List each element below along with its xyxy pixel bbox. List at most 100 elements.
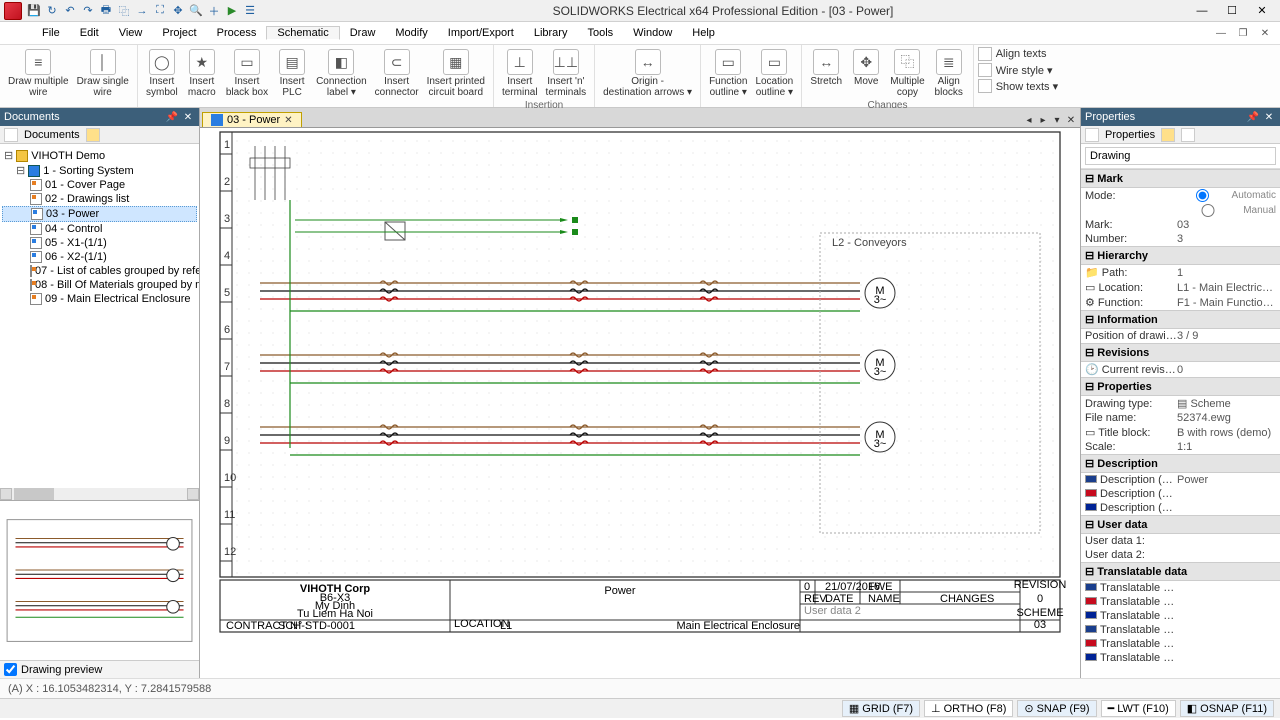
status-lwt[interactable]: ━LWT (F10)	[1101, 700, 1176, 717]
prop-row[interactable]: Description (EnglishPower	[1081, 473, 1280, 487]
tab-closeall[interactable]: ✕	[1064, 113, 1078, 127]
prop-row[interactable]: User data 2:	[1081, 548, 1280, 562]
prop-row[interactable]: User data 1:	[1081, 534, 1280, 548]
prop-row[interactable]: Description (Frenc	[1081, 501, 1280, 515]
location-outline[interactable]: ▭Location outline ▾	[751, 47, 797, 100]
qat-zoom-in[interactable]: ＋	[206, 3, 222, 19]
qat-redo[interactable]: ↷	[80, 3, 96, 19]
documents-close-icon[interactable]: ✕	[181, 110, 195, 124]
qat-fit[interactable]: ⛶	[152, 3, 168, 19]
documents-pin-icon[interactable]: 📌	[165, 110, 179, 124]
insert-terminal[interactable]: ⊥Insert terminal	[498, 47, 542, 100]
insert-pcb[interactable]: ▦Insert printed circuit board	[423, 47, 489, 100]
qat-tree[interactable]: ☰	[242, 3, 258, 19]
mode-manual[interactable]	[1177, 204, 1239, 217]
prop-section[interactable]: ⊟ Hierarchy	[1081, 246, 1280, 265]
tree-item-07[interactable]: 07 - List of cables grouped by reference	[2, 264, 197, 278]
prop-row[interactable]: Translatable data	[1081, 651, 1280, 665]
properties-close-icon[interactable]: ✕	[1262, 110, 1276, 124]
drawing-preview-checkbox[interactable]	[4, 663, 17, 676]
tree-item-01[interactable]: 01 - Cover Page	[2, 178, 197, 192]
align-texts[interactable]: Align texts	[978, 47, 1058, 61]
prop-row[interactable]: File name:52374.ewg	[1081, 411, 1280, 425]
insert-plc[interactable]: ▤Insert PLC	[272, 47, 312, 100]
mdi-minimize[interactable]: —	[1212, 26, 1230, 40]
menu-schematic[interactable]: Schematic	[266, 26, 339, 40]
tab-03-power[interactable]: 03 - Power ✕	[202, 112, 302, 127]
move[interactable]: ✥Move	[846, 47, 886, 100]
tree-item-04[interactable]: 04 - Control	[2, 222, 197, 236]
prop-row[interactable]: 🕑 Current revision:0	[1081, 362, 1280, 377]
prop-section[interactable]: ⊟ Mark	[1081, 169, 1280, 188]
tree-item-03[interactable]: 03 - Power	[2, 206, 197, 222]
tree-item-09[interactable]: 09 - Main Electrical Enclosure	[2, 292, 197, 306]
properties-filter-icon[interactable]	[1085, 128, 1099, 142]
close-button[interactable]: ✕	[1248, 2, 1276, 20]
tree-system[interactable]: ⊟1 - Sorting System	[2, 163, 197, 178]
prop-row[interactable]: Description (Span	[1081, 487, 1280, 501]
wire-style[interactable]: Wire style ▾	[978, 63, 1058, 77]
insert-n-terminals[interactable]: ⊥⊥Insert 'n' terminals	[542, 47, 591, 100]
prop-row[interactable]: 📁 Path:1	[1081, 265, 1280, 280]
prop-section[interactable]: ⊟ Revisions	[1081, 343, 1280, 362]
insert-symbol[interactable]: ◯Insert symbol	[142, 47, 182, 100]
tree-item-06[interactable]: 06 - X2-(1/1)	[2, 250, 197, 264]
qat-reload[interactable]: ↻	[44, 3, 60, 19]
prop-row[interactable]: Translatable data 1 (	[1081, 581, 1280, 595]
drawing-preview-check[interactable]: Drawing preview	[0, 660, 199, 678]
menu-import-export[interactable]: Import/Export	[438, 27, 524, 39]
prop-row[interactable]: ▭ Location:L1 - Main Electrical Enclos	[1081, 280, 1280, 295]
tab-close-icon[interactable]: ✕	[284, 115, 292, 126]
connection-label[interactable]: ◧Connection label ▾	[312, 47, 371, 100]
draw-single-wire[interactable]: │Draw single wire	[73, 47, 133, 100]
qat-print[interactable]: 🖶	[98, 3, 114, 19]
prop-section[interactable]: ⊟ Information	[1081, 310, 1280, 329]
tab-next[interactable]: ▸	[1036, 113, 1050, 127]
menu-draw[interactable]: Draw	[340, 27, 386, 39]
menu-process[interactable]: Process	[207, 27, 267, 39]
function-outline[interactable]: ▭Function outline ▾	[705, 47, 751, 100]
qat-right[interactable]: →	[134, 3, 150, 19]
properties-fav-icon[interactable]	[1161, 128, 1175, 142]
tree-item-05[interactable]: 05 - X1-(1/1)	[2, 236, 197, 250]
properties-pin-icon[interactable]: 📌	[1246, 110, 1260, 124]
prop-row[interactable]: Translatable data	[1081, 609, 1280, 623]
qat-pan[interactable]: ✥	[170, 3, 186, 19]
menu-modify[interactable]: Modify	[385, 27, 437, 39]
menu-help[interactable]: Help	[682, 27, 725, 39]
multiple-copy[interactable]: ⿻Multiple copy	[886, 47, 928, 100]
qat-run[interactable]: ▶	[224, 3, 240, 19]
insert-blackbox[interactable]: ▭Insert black box	[222, 47, 272, 100]
qat-copy[interactable]: ⿻	[116, 3, 132, 19]
prop-section[interactable]: ⊟ Translatable data	[1081, 562, 1280, 581]
mdi-restore[interactable]: ❐	[1234, 26, 1252, 40]
prop-row[interactable]: Drawing type:▤ Scheme	[1081, 396, 1280, 411]
tree-item-02[interactable]: 02 - Drawings list	[2, 192, 197, 206]
mdi-close[interactable]: ✕	[1256, 26, 1274, 40]
insert-macro[interactable]: ★Insert macro	[182, 47, 222, 100]
status-osnap[interactable]: ◧OSNAP (F11)	[1180, 700, 1274, 717]
properties-search-input[interactable]	[1085, 147, 1276, 165]
prop-section[interactable]: ⊟ Description	[1081, 454, 1280, 473]
status-ortho[interactable]: ⊥ORTHO (F8)	[924, 700, 1013, 717]
documents-collapse-icon[interactable]	[4, 128, 18, 142]
prop-row[interactable]: Number:3	[1081, 232, 1280, 246]
origin-dest[interactable]: ↔Origin - destination arrows ▾	[599, 47, 696, 100]
documents-opts-icon[interactable]	[86, 128, 100, 142]
qat-undo[interactable]: ↶	[62, 3, 78, 19]
qat-zoom-extents[interactable]: 🔍	[188, 3, 204, 19]
prop-row[interactable]: Translatable data 2 (	[1081, 623, 1280, 637]
qat-save[interactable]: 💾	[26, 3, 42, 19]
tab-prev[interactable]: ◂	[1022, 113, 1036, 127]
align-blocks[interactable]: ≣Align blocks	[929, 47, 969, 100]
menu-library[interactable]: Library	[524, 27, 578, 39]
prop-row[interactable]: Translatable data	[1081, 637, 1280, 651]
tree-root[interactable]: ⊟VIHOTH Demo	[2, 148, 197, 163]
status-snap[interactable]: ⊙SNAP (F9)	[1017, 700, 1096, 717]
tab-list[interactable]: ▾	[1050, 113, 1064, 127]
prop-row[interactable]: Mark:03	[1081, 218, 1280, 232]
prop-row[interactable]: ⚙ Function:F1 - Main Function - Pack	[1081, 295, 1280, 310]
status-grid[interactable]: ▦GRID (F7)	[842, 700, 920, 717]
menu-project[interactable]: Project	[152, 27, 206, 39]
drawing-canvas[interactable]: 123456789101112 L2 - Conveyors M3~M3~M3~	[200, 128, 1080, 678]
